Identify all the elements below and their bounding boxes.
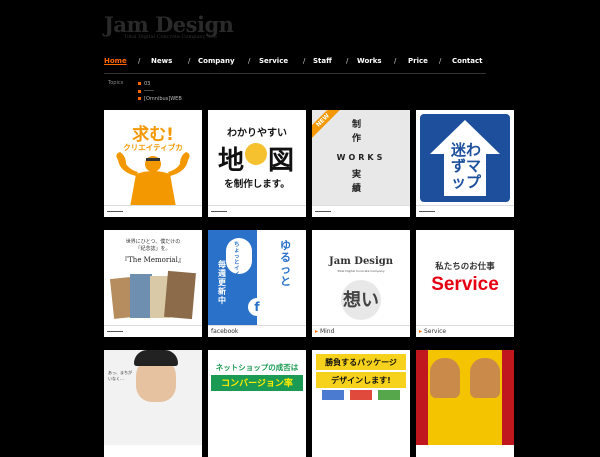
nav-company[interactable]: Company bbox=[198, 57, 235, 65]
curtain-left bbox=[416, 350, 428, 445]
nav-divider bbox=[104, 73, 486, 74]
tile-image: わかりやすい 地 図 を制作します。 bbox=[208, 110, 306, 205]
tile-caption[interactable]: ▸ Mind bbox=[312, 325, 410, 337]
tile-mind[interactable]: Jam Design Total Digital Concrete Compan… bbox=[312, 230, 410, 337]
nav-separator: / bbox=[248, 57, 251, 65]
nav-contact[interactable]: Contact bbox=[452, 57, 483, 65]
tile-caption bbox=[416, 205, 514, 217]
tile-service[interactable]: 私たちのお仕事 Service ▸ Service bbox=[416, 230, 514, 337]
nav-news[interactable]: News bbox=[151, 57, 172, 65]
logo-tagline: Total Digital Concrete Company Site bbox=[124, 34, 217, 40]
cat-illustration bbox=[470, 358, 500, 398]
package-image bbox=[378, 390, 400, 400]
tile-image bbox=[416, 350, 514, 445]
tile-image: あっ、まちがいなく… bbox=[104, 350, 202, 445]
package-image bbox=[350, 390, 372, 400]
nav-price[interactable]: Price bbox=[408, 57, 428, 65]
nav-separator: / bbox=[439, 57, 442, 65]
strongman-illustration bbox=[116, 152, 190, 205]
nav-separator: / bbox=[394, 57, 397, 65]
nav-separator: / bbox=[138, 57, 141, 65]
tile-conversion[interactable]: ネットショップの成否は コンバージョン率 bbox=[208, 350, 306, 457]
tile-mayowazu-map[interactable]: 迷わずマップ bbox=[416, 110, 514, 217]
package-image bbox=[322, 390, 344, 400]
nav-home[interactable]: Home bbox=[104, 57, 127, 65]
tile-the-memorial[interactable]: 世界にひとつ、僕だけの 「紀念誌」を。 『The Memorial』 bbox=[104, 230, 202, 337]
face-icon bbox=[245, 143, 267, 165]
book-image bbox=[164, 270, 196, 320]
tile-map-production[interactable]: わかりやすい 地 図 を制作します。 bbox=[208, 110, 306, 217]
bullet-icon bbox=[138, 89, 141, 93]
tile-image: 勝負するパッケージ デザインします! bbox=[312, 350, 410, 445]
cat-illustration bbox=[430, 358, 460, 398]
tile-image: ネットショップの成否は コンバージョン率 bbox=[208, 350, 306, 445]
nav-separator: / bbox=[188, 57, 191, 65]
tile-caption[interactable]: facebook bbox=[208, 325, 306, 337]
tile-image: 迷わずマップ bbox=[416, 110, 514, 205]
nav-works[interactable]: Works bbox=[357, 57, 382, 65]
new-badge: NEW bbox=[312, 110, 344, 142]
topic-item[interactable]: [Omnibus]WEB bbox=[138, 95, 182, 103]
tile-caption bbox=[312, 205, 410, 217]
topic-item[interactable]: 03 bbox=[138, 80, 182, 88]
nav-service[interactable]: Service bbox=[259, 57, 288, 65]
tile-package-design[interactable]: 勝負するパッケージ デザインします! bbox=[312, 350, 410, 457]
nav-staff[interactable]: Staff bbox=[313, 57, 332, 65]
topic-item[interactable]: ―― bbox=[138, 88, 182, 96]
site-logo[interactable]: Jam Design Total Digital Concrete Compan… bbox=[104, 12, 234, 41]
tile-caption[interactable]: ▸ Service bbox=[416, 325, 514, 337]
bullet-icon: ▸ bbox=[419, 328, 423, 335]
tile-stage[interactable] bbox=[416, 350, 514, 457]
topics-label: Topics bbox=[108, 80, 124, 86]
bullet-icon: ▸ bbox=[315, 328, 319, 335]
bullet-icon bbox=[138, 97, 141, 101]
person-hair bbox=[134, 350, 178, 366]
curtain-right bbox=[502, 350, 514, 445]
main-nav: Home / News / Company / Service / Staff … bbox=[104, 57, 486, 70]
tile-works[interactable]: NEW 制作 WORKS 実績 bbox=[312, 110, 410, 217]
tile-image: 私たちのお仕事 Service bbox=[416, 230, 514, 325]
tile-caption bbox=[104, 205, 202, 217]
bullet-icon bbox=[138, 82, 141, 86]
tile-image: ちょっとイイ話 毎週更新中 f ゆるっと bbox=[208, 230, 306, 325]
topics-list: 03 ―― [Omnibus]WEB bbox=[138, 80, 182, 103]
tile-creative-recruit[interactable]: 求む! クリエイティブカ bbox=[104, 110, 202, 217]
tile-staff-photo[interactable]: あっ、まちがいなく… bbox=[104, 350, 202, 457]
book-image bbox=[130, 274, 152, 318]
tile-image: 世界にひとつ、僕だけの 「紀念誌」を。 『The Memorial』 bbox=[104, 230, 202, 325]
tile-image: NEW 制作 WORKS 実績 bbox=[312, 110, 410, 205]
tile-facebook[interactable]: ちょっとイイ話 毎週更新中 f ゆるっと facebook bbox=[208, 230, 306, 337]
nav-separator: / bbox=[303, 57, 306, 65]
tile-caption bbox=[208, 205, 306, 217]
nav-separator: / bbox=[346, 57, 349, 65]
facebook-icon: f bbox=[248, 298, 266, 316]
tile-image: Jam Design Total Digital Concrete Compan… bbox=[312, 230, 410, 325]
logo-title: Jam Design bbox=[104, 12, 234, 37]
tile-caption bbox=[104, 325, 202, 337]
tile-image: 求む! クリエイティブカ bbox=[104, 110, 202, 205]
